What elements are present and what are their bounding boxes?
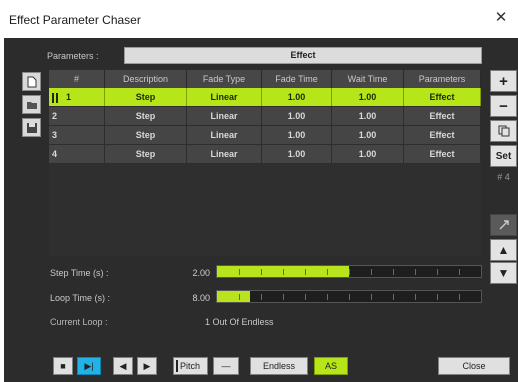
table-row[interactable]: 2 Step Linear 1.00 1.00 Effect — [49, 107, 481, 126]
slider-tick — [349, 269, 350, 275]
slider-tick — [261, 294, 262, 300]
parameters-cell[interactable]: Effect — [404, 107, 481, 125]
current-loop-value: 1 Out Of Endless — [205, 317, 274, 327]
row-number: 3 — [49, 126, 105, 144]
description-cell[interactable]: Step — [105, 145, 187, 163]
parameters-cell[interactable]: Effect — [404, 88, 481, 106]
row-number: 2 — [49, 107, 105, 125]
column-header-parameters[interactable]: Parameters — [404, 70, 481, 88]
description-cell[interactable]: Step — [105, 88, 187, 106]
table-row[interactable]: 1 Step Linear 1.00 1.00 Effect — [49, 88, 481, 107]
current-loop-label: Current Loop : — [50, 317, 108, 327]
stop-button[interactable]: ■ — [53, 357, 73, 375]
wait-time-cell[interactable]: 1.00 — [332, 126, 404, 144]
as-button[interactable]: AS — [314, 357, 348, 375]
parameters-field[interactable]: Effect — [124, 47, 482, 64]
parameters-cell[interactable]: Effect — [404, 126, 481, 144]
move-up-button[interactable]: ▲ — [490, 239, 517, 261]
loop-time-label: Loop Time (s) : — [50, 293, 111, 303]
slider-tick — [305, 294, 306, 300]
slider-fill — [217, 291, 250, 302]
table-row[interactable]: 4 Step Linear 1.00 1.00 Effect — [49, 145, 481, 164]
slider-tick — [415, 269, 416, 275]
slider-tick — [261, 269, 262, 275]
slider-tick — [393, 294, 394, 300]
window-title: Effect Parameter Chaser — [9, 13, 141, 27]
table-header: # Description Fade Type Fade Time Wait T… — [49, 70, 481, 88]
wait-time-cell[interactable]: 1.00 — [332, 107, 404, 125]
slider-tick — [283, 269, 284, 275]
pitch-button[interactable]: Pitch — [173, 357, 208, 375]
description-cell[interactable]: Step — [105, 107, 187, 125]
fade-type-cell[interactable]: Linear — [187, 107, 262, 125]
row-number: 1 — [66, 92, 72, 102]
fade-time-cell[interactable]: 1.00 — [262, 88, 332, 106]
slider-tick — [327, 269, 328, 275]
row-number: 4 — [49, 145, 105, 163]
column-header-number[interactable]: # — [49, 70, 105, 88]
slider-tick — [371, 269, 372, 275]
pitch-marker-icon — [176, 360, 178, 372]
column-header-fade-time[interactable]: Fade Time — [262, 70, 332, 88]
slider-tick — [371, 294, 372, 300]
parameters-cell[interactable]: Effect — [404, 145, 481, 163]
column-header-fade-type[interactable]: Fade Type — [187, 70, 262, 88]
move-to-end-button[interactable] — [490, 214, 517, 236]
save-disk-icon[interactable] — [22, 118, 41, 137]
move-icon — [499, 220, 509, 230]
parameters-label: Parameters : — [47, 51, 99, 61]
slider-tick — [239, 294, 240, 300]
steps-table: # Description Fade Type Fade Time Wait T… — [49, 70, 481, 256]
slider-tick — [415, 294, 416, 300]
slider-tick — [305, 269, 306, 275]
copy-icon — [498, 125, 509, 137]
table-row[interactable]: 3 Step Linear 1.00 1.00 Effect — [49, 126, 481, 145]
step-time-value: 2.00 — [192, 268, 210, 278]
set-count: # 4 — [497, 172, 510, 182]
title-bar: Effect Parameter Chaser ✕ — [0, 0, 518, 38]
wait-time-cell[interactable]: 1.00 — [332, 88, 404, 106]
column-header-description[interactable]: Description — [105, 70, 187, 88]
slider-tick — [459, 269, 460, 275]
play-button[interactable]: ▶| — [77, 357, 101, 375]
pitch-label: Pitch — [180, 361, 201, 371]
loop-time-slider[interactable] — [216, 290, 482, 303]
close-button[interactable]: Close — [438, 357, 510, 375]
slider-tick — [393, 269, 394, 275]
row-number-cell: 1 — [49, 88, 105, 106]
description-cell[interactable]: Step — [105, 126, 187, 144]
add-step-button[interactable]: + — [490, 70, 517, 92]
slider-tick — [349, 294, 350, 300]
fade-time-cell[interactable]: 1.00 — [262, 145, 332, 163]
open-folder-icon[interactable] — [22, 95, 41, 114]
slider-tick — [327, 294, 328, 300]
new-document-icon[interactable] — [22, 72, 41, 91]
slider-tick — [437, 294, 438, 300]
column-header-wait-time[interactable]: Wait Time — [332, 70, 404, 88]
set-button[interactable]: Set — [490, 145, 517, 167]
step-time-slider[interactable] — [216, 265, 482, 278]
slider-tick — [283, 294, 284, 300]
previous-button[interactable]: ◀ — [113, 357, 133, 375]
fade-type-cell[interactable]: Linear — [187, 145, 262, 163]
next-button[interactable]: ▶ — [137, 357, 157, 375]
fade-time-cell[interactable]: 1.00 — [262, 107, 332, 125]
loop-time-value: 8.00 — [192, 293, 210, 303]
fade-type-cell[interactable]: Linear — [187, 126, 262, 144]
slider-tick — [239, 269, 240, 275]
slider-tick — [437, 269, 438, 275]
pitch-reset-button[interactable]: — — [213, 357, 239, 375]
move-down-button[interactable]: ▼ — [490, 262, 517, 284]
fade-type-cell[interactable]: Linear — [187, 88, 262, 106]
remove-step-button[interactable]: − — [490, 95, 517, 117]
fade-time-cell[interactable]: 1.00 — [262, 126, 332, 144]
copy-step-button[interactable] — [490, 120, 517, 142]
close-window-icon[interactable]: ✕ — [492, 9, 510, 27]
slider-tick — [459, 294, 460, 300]
playing-indicator-icon — [52, 88, 60, 107]
wait-time-cell[interactable]: 1.00 — [332, 145, 404, 163]
step-time-label: Step Time (s) : — [50, 268, 109, 278]
endless-button[interactable]: Endless — [250, 357, 308, 375]
